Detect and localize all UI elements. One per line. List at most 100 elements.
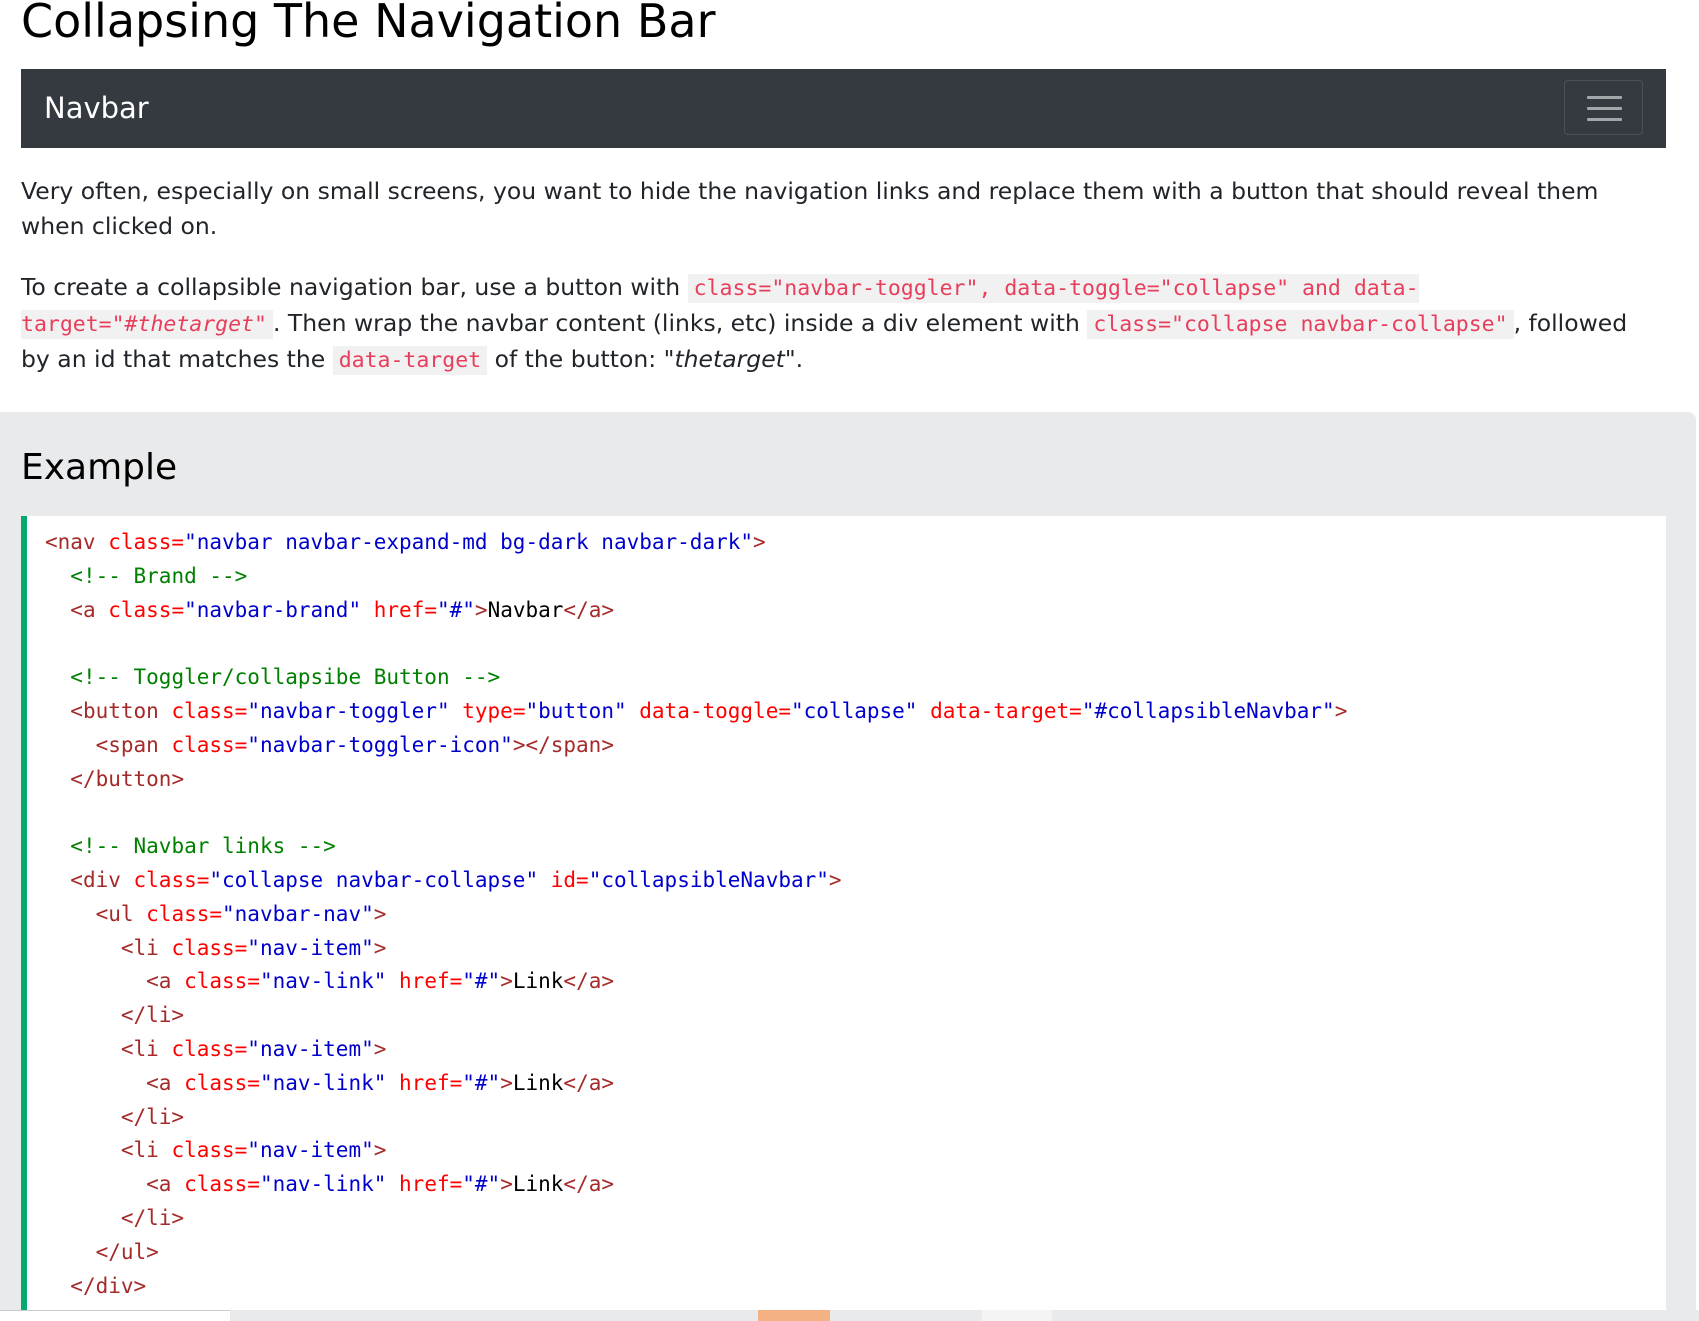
code-token-attr: class= — [108, 597, 185, 622]
code-token-attr: class= — [184, 1172, 260, 1197]
code-line: <a class="navbar-brand" href="#">Navbar<… — [45, 594, 1347, 628]
code-line: <li class="nav-item"> — [45, 1134, 1347, 1168]
example-section: Example <nav class="navbar navbar-expand… — [0, 412, 1696, 1321]
code-token-tag: ></span> — [512, 732, 614, 757]
code-line: <ul class="navbar-nav"> — [45, 898, 1347, 932]
code-token-attr: class= — [184, 1070, 260, 1095]
code-token-tag: <div — [70, 867, 134, 892]
text-fragment: ". — [784, 345, 804, 373]
intro-paragraph: Very often, especially on small screens,… — [21, 177, 1599, 240]
code-token-tag: </li> — [120, 1104, 185, 1129]
code-token-tag: > — [500, 1070, 513, 1095]
code-token-comment: <!-- Toggler/collapsibe Button --> — [70, 665, 501, 690]
code-token-attr: class= — [108, 530, 185, 554]
code-token-val: "navbar-toggler" — [247, 698, 450, 723]
code-token-tag: <li — [120, 1036, 172, 1061]
code-token-tag: > — [828, 867, 842, 892]
code-token-val: "nav-item" — [247, 935, 374, 960]
code-token-tag: </a> — [563, 1070, 614, 1095]
horizontal-scrollbar[interactable] — [0, 1310, 1699, 1321]
code-token-val: "collapse" — [791, 698, 918, 723]
code-token-tag: > — [373, 1036, 387, 1061]
code-line: <button class="navbar-toggler" type="but… — [45, 695, 1347, 729]
code-line: <!-- Brand --> — [45, 560, 1347, 594]
code-lines: <nav class="navbar navbar-expand-md bg-d… — [45, 526, 1347, 1303]
code-token-tag: <a — [146, 1070, 185, 1095]
text-fragment: To create a collapsible navigation bar, … — [21, 273, 688, 301]
code-token-val: "#collapsibleNavbar" — [1081, 698, 1335, 723]
code-token-val: "#" — [462, 1172, 501, 1197]
code-line: <a class="nav-link" href="#">Link</a> — [45, 1168, 1347, 1202]
code-token-tag: </a> — [563, 969, 614, 994]
code-token-val: "nav-link" — [259, 1172, 387, 1197]
code-token-comment: <!-- Brand --> — [70, 563, 248, 588]
code-token-text: Link — [512, 969, 564, 994]
navbar-toggler-button[interactable] — [1564, 80, 1643, 135]
code-token-tag: > — [373, 901, 387, 926]
code-line: </ul> — [45, 1236, 1347, 1270]
code-token-val: "navbar-brand" — [184, 597, 362, 622]
code-token-val: "#" — [462, 969, 501, 994]
code-token-tag: <ul — [95, 901, 147, 926]
code-token-tag: <span — [95, 732, 172, 757]
code-token-val: "navbar-nav" — [222, 901, 374, 926]
code-token-tag: > — [1334, 698, 1348, 723]
code-token-tag: <li — [120, 1138, 172, 1163]
navbar-brand[interactable]: Navbar — [44, 91, 149, 126]
code-token-tag: <li — [120, 935, 172, 960]
code-token-attr: class= — [171, 935, 248, 960]
code-token-tag: <button — [70, 698, 172, 723]
code-token-tag: </ul> — [95, 1239, 159, 1264]
page-title: Collapsing The Navigation Bar — [21, 0, 716, 48]
code-token-tag: <a — [70, 597, 109, 622]
code-token-val: "nav-link" — [259, 1070, 387, 1095]
code-line: <div class="collapse navbar-collapse" id… — [45, 864, 1347, 898]
inline-code: class="collapse navbar-collapse" — [1087, 310, 1514, 339]
code-token-attr: class= — [171, 732, 248, 757]
code-line: </li> — [45, 1202, 1347, 1236]
code-token-tag: </li> — [120, 1003, 185, 1028]
code-token-tag: > — [474, 597, 488, 622]
code-line: <span class="navbar-toggler-icon"></span… — [45, 729, 1347, 763]
code-token-val: "navbar navbar-expand-md bg-dark navbar-… — [184, 530, 754, 554]
code-token-attr: class= — [171, 1138, 248, 1163]
code-token-attr: class= — [184, 969, 260, 994]
code-token-attr: class= — [171, 698, 248, 723]
code-token-attr: class= — [133, 867, 210, 892]
code-line: </li> — [45, 999, 1347, 1033]
code-token-tag: > — [373, 935, 387, 960]
code-token-attr: id= — [538, 867, 589, 892]
code-token-val: "button" — [525, 698, 627, 723]
code-line: <li class="nav-item"> — [45, 1033, 1347, 1067]
code-token-tag: </button> — [70, 766, 185, 791]
code-token-val: "nav-item" — [247, 1138, 374, 1163]
code-token-tag: > — [373, 1138, 387, 1163]
scroll-segment — [0, 1310, 230, 1321]
code-token-tag: > — [500, 969, 513, 994]
code-token-attr: data-target= — [917, 698, 1082, 723]
inline-code: data-target — [332, 346, 488, 375]
code-block: <nav class="navbar navbar-expand-md bg-d… — [21, 516, 1666, 1321]
text-fragment: of the button: " — [487, 345, 675, 373]
code-token-attr: href= — [386, 1172, 463, 1197]
code-token-attr: href= — [386, 1070, 463, 1095]
code-line: <li class="nav-item"> — [45, 932, 1347, 966]
scroll-thumb[interactable] — [758, 1310, 830, 1321]
scroll-segment — [982, 1310, 1052, 1321]
code-token-attr: data-toggle= — [626, 698, 791, 723]
